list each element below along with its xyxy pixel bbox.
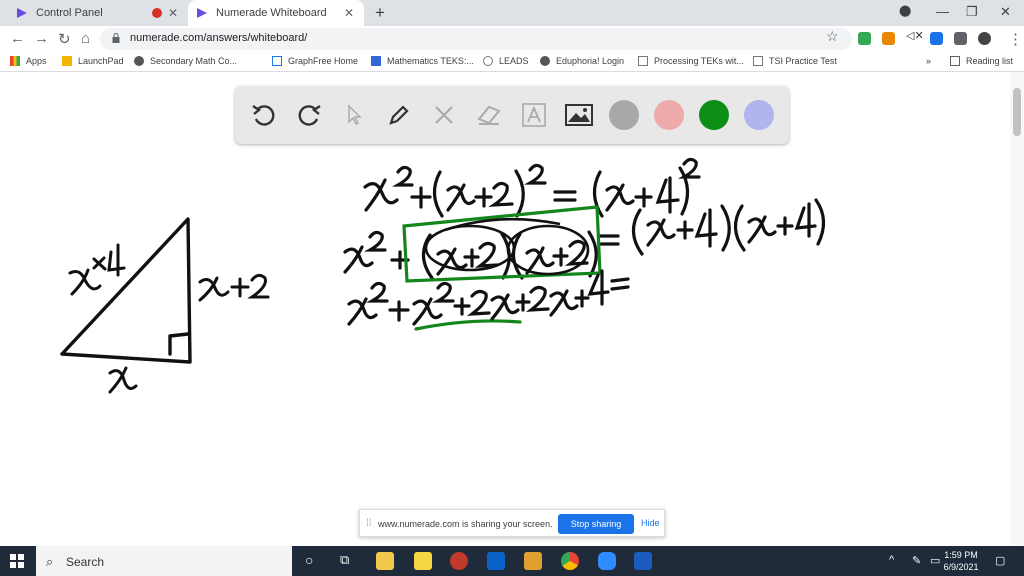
clock-date: 6/9/2021 bbox=[943, 562, 979, 572]
outlook-icon[interactable] bbox=[487, 552, 505, 570]
task-view-icon[interactable]: ⧉ bbox=[340, 552, 349, 568]
word-icon[interactable] bbox=[634, 552, 652, 570]
hide-button[interactable]: Hide bbox=[641, 518, 660, 528]
right-triangle-drawing bbox=[60, 217, 192, 364]
equation-line-1 bbox=[363, 157, 701, 218]
search-icon: ⌕ bbox=[46, 554, 54, 569]
screen-share-bar: ⁞⁞ www.numerade.com is sharing your scre… bbox=[359, 509, 665, 537]
windows-taskbar: ⌕ Search ○ ⧉ ^ ✎ ▭ 1:59 PM 6/9/2021 ▢ bbox=[0, 546, 1024, 576]
cortana-icon[interactable]: ○ bbox=[305, 552, 313, 568]
snipping-tool-icon[interactable] bbox=[450, 552, 468, 570]
photos-icon[interactable] bbox=[524, 552, 542, 570]
file-explorer-icon[interactable] bbox=[376, 552, 394, 570]
sticky-notes-icon[interactable] bbox=[414, 552, 432, 570]
green-highlight-box bbox=[402, 205, 602, 331]
search-placeholder: Search bbox=[66, 555, 105, 569]
zoom-icon[interactable] bbox=[598, 552, 616, 570]
whiteboard-ink bbox=[60, 157, 826, 394]
triangle-label-hypotenuse bbox=[68, 243, 126, 296]
windows-start-icon[interactable] bbox=[10, 554, 24, 568]
notifications-icon[interactable]: ▢ bbox=[995, 554, 1005, 567]
share-message: www.numerade.com is sharing your screen. bbox=[378, 519, 553, 529]
chrome-icon[interactable] bbox=[561, 552, 579, 570]
triangle-label-vertical bbox=[198, 273, 270, 302]
clock-time: 1:59 PM bbox=[944, 550, 978, 560]
tray-overflow-icon[interactable]: ^ bbox=[889, 554, 894, 566]
stop-sharing-button[interactable]: Stop sharing bbox=[558, 514, 634, 534]
drag-handle-icon[interactable]: ⁞⁞ bbox=[366, 518, 372, 529]
taskbar-clock[interactable]: 1:59 PM 6/9/2021 bbox=[939, 549, 983, 573]
pen-workspace-icon[interactable]: ✎ bbox=[912, 554, 921, 567]
taskbar-search-box[interactable]: ⌕ Search bbox=[36, 546, 292, 576]
triangle-label-base bbox=[108, 366, 138, 394]
